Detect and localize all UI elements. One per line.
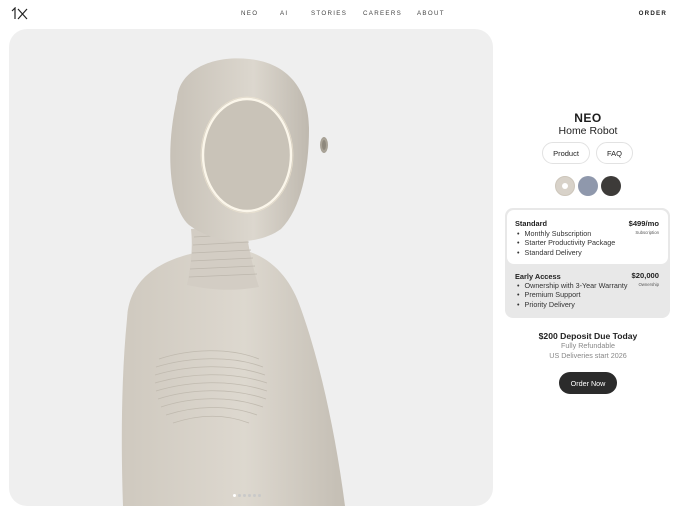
plan-feature: Priority Delivery (517, 300, 627, 309)
plan-feature: Ownership with 3-Year Warranty (517, 281, 628, 290)
product-name: NEO (574, 111, 602, 125)
robot-illustration (121, 58, 345, 506)
carousel-dot[interactable] (233, 494, 236, 497)
carousel-dot[interactable] (258, 494, 261, 497)
plan-early-features: Ownership with 3-Year Warranty Premium S… (517, 281, 628, 309)
brand-logo[interactable] (11, 6, 29, 21)
nav-link-careers[interactable]: CAREERS (363, 10, 402, 17)
plan-feature: Standard Delivery (517, 248, 615, 257)
plan-early-access-card[interactable]: Early Access $20,000 Ownership Ownership… (507, 266, 668, 316)
nav-link-neo[interactable]: NEO (241, 10, 258, 17)
plan-standard-features: Monthly Subscription Starter Productivit… (517, 229, 616, 257)
plan-early-note: Ownership (638, 282, 659, 287)
carousel-dot[interactable] (238, 494, 241, 497)
plan-feature: Starter Productivity Package (517, 238, 616, 247)
product-tagline: Home Robot (558, 125, 618, 137)
plan-standard-card[interactable]: Standard $499/mo Subscription Monthly Su… (507, 210, 668, 264)
tab-product[interactable]: Product (542, 142, 590, 164)
delivery-note: US Deliveries start 2026 (549, 351, 627, 360)
color-swatch-beige[interactable] (555, 176, 575, 196)
carousel-dot[interactable] (253, 494, 256, 497)
hero-image (9, 29, 493, 506)
plan-selector: Standard $499/mo Subscription Monthly Su… (505, 208, 670, 318)
refundable-note: Fully Refundable (561, 341, 615, 350)
plan-standard-note: Subscription (635, 230, 659, 235)
nav-link-about[interactable]: ABOUT (417, 10, 445, 17)
color-swatch-dark[interactable] (601, 176, 621, 196)
plan-standard-name: Standard (515, 219, 548, 228)
color-swatch-blue[interactable] (578, 176, 598, 196)
plan-standard-price: $499/mo (628, 219, 659, 228)
carousel-dot[interactable] (248, 494, 251, 497)
tab-faq[interactable]: FAQ (596, 142, 633, 164)
carousel-dot[interactable] (243, 494, 246, 497)
plan-early-price: $20,000 (631, 271, 659, 280)
nav-link-stories[interactable]: STORIES (311, 10, 347, 17)
carousel-dots (233, 494, 261, 498)
plan-feature: Monthly Subscription (517, 229, 615, 238)
deposit-headline: $200 Deposit Due Today (538, 331, 638, 341)
plan-early-name: Early Access (515, 272, 561, 281)
logo-mark-icon (11, 6, 28, 20)
selected-indicator-icon (562, 183, 568, 189)
plan-feature: Premium Support (517, 290, 627, 299)
nav-link-ai[interactable]: AI (280, 10, 288, 17)
order-now-button[interactable]: Order Now (559, 372, 617, 394)
